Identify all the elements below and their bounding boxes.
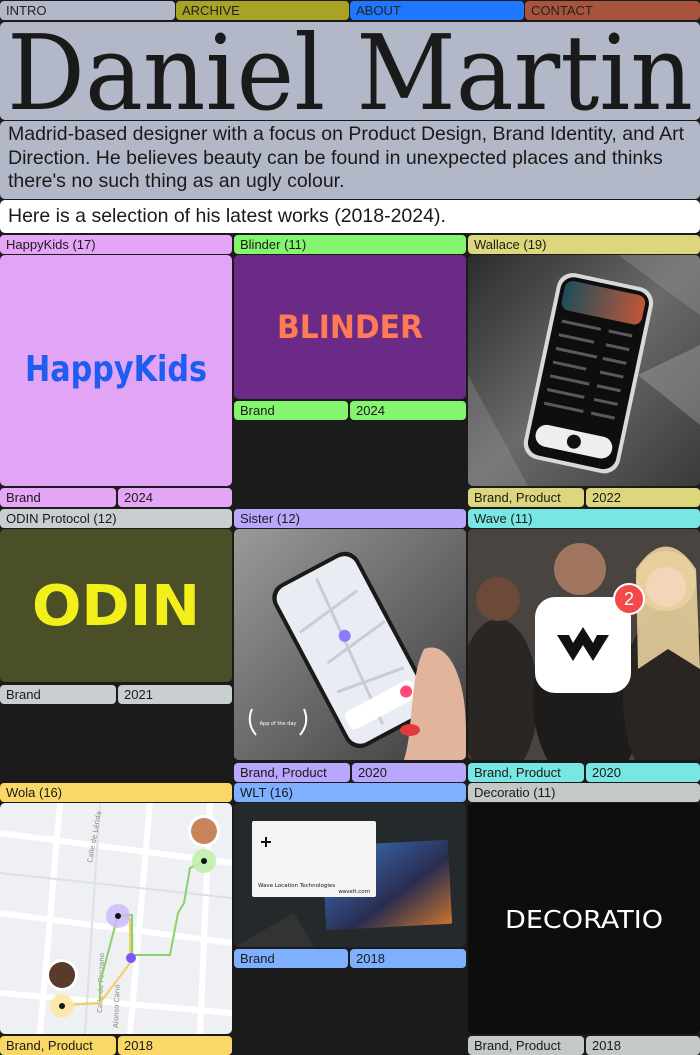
project-category-wlt: Brand xyxy=(234,949,348,968)
wave-app-icon xyxy=(535,597,631,693)
svg-text:Alonso Cano: Alonso Cano xyxy=(112,984,122,1028)
project-title-odin[interactable]: ODIN Protocol (12) xyxy=(0,509,232,528)
project-card-wola[interactable]: Calle de Lérida Calle de Ponzano Alonso … xyxy=(0,803,232,1034)
hero-name: Daniel Martin xyxy=(7,22,693,120)
blinder-logo: BLINDER xyxy=(277,308,423,346)
project-title-wave[interactable]: Wave (11) xyxy=(468,509,700,528)
nav-intro[interactable]: INTRO xyxy=(0,1,175,20)
svg-text:Wave Location Technologies: Wave Location Technologies xyxy=(258,883,335,889)
bio-paragraph: Madrid-based designer with a focus on Pr… xyxy=(0,121,700,199)
project-category-happykids: Brand xyxy=(0,488,116,507)
wola-map: Calle de Lérida Calle de Ponzano Alonso … xyxy=(0,803,232,1034)
nav-contact[interactable]: CONTACT xyxy=(525,1,700,20)
hero-name-block: Daniel Martin xyxy=(0,22,700,120)
project-card-odin[interactable]: ODIN xyxy=(0,529,232,682)
project-category-odin: Brand xyxy=(0,685,116,704)
project-card-wallace[interactable] xyxy=(468,255,700,486)
project-title-decoratio[interactable]: Decoratio (11) xyxy=(468,783,700,802)
nav-archive[interactable]: ARCHIVE xyxy=(176,1,349,20)
top-nav: INTRO ARCHIVE ABOUT CONTACT xyxy=(0,0,700,21)
notification-badge: 2 xyxy=(613,583,645,615)
project-year-sister: 2020 xyxy=(352,763,466,782)
svg-text:BLINDER: BLINDER xyxy=(277,308,423,346)
svg-text:HappyKids: HappyKids xyxy=(25,349,207,390)
project-title-happykids[interactable]: HappyKids (17) xyxy=(0,235,232,254)
project-category-decoratio: Brand, Product xyxy=(468,1036,584,1055)
sister-phone-photo: App of the day xyxy=(234,529,466,760)
project-category-sister: Brand, Product xyxy=(234,763,350,782)
project-year-wola: 2018 xyxy=(118,1036,232,1055)
project-category-blinder: Brand xyxy=(234,401,348,420)
project-card-sister[interactable]: App of the day xyxy=(234,529,466,760)
project-category-wola: Brand, Product xyxy=(0,1036,116,1055)
project-card-blinder[interactable]: BLINDER xyxy=(234,255,466,399)
project-title-wlt[interactable]: WLT (16) xyxy=(234,783,466,802)
odin-logo: ODIN xyxy=(32,574,200,639)
project-card-wlt[interactable]: Wave Location Technologies wavelt.com xyxy=(234,803,466,947)
project-year-decoratio: 2018 xyxy=(586,1036,700,1055)
project-title-wallace[interactable]: Wallace (19) xyxy=(468,235,700,254)
project-title-blinder[interactable]: Blinder (11) xyxy=(234,235,466,254)
project-card-happykids[interactable]: HappyKids xyxy=(0,255,232,486)
project-category-wave: Brand, Product xyxy=(468,763,584,782)
project-year-odin: 2021 xyxy=(118,685,232,704)
svg-text:DECORATIO: DECORATIO xyxy=(505,905,663,934)
project-card-decoratio[interactable]: DECORATIO xyxy=(468,803,700,1034)
project-year-wlt: 2018 xyxy=(350,949,466,968)
selection-heading: Here is a selection of his latest works … xyxy=(0,200,700,233)
project-year-wave: 2020 xyxy=(586,763,700,782)
project-title-sister[interactable]: Sister (12) xyxy=(234,509,466,528)
wallace-phone-photo xyxy=(468,255,700,486)
hero-name-text: Daniel Martin xyxy=(7,22,693,120)
svg-text:Calle de Lérida: Calle de Lérida xyxy=(86,811,103,864)
project-year-blinder: 2024 xyxy=(350,401,466,420)
project-card-wave[interactable]: 2 xyxy=(468,529,700,760)
project-title-wola[interactable]: Wola (16) xyxy=(0,783,232,802)
project-category-wallace: Brand, Product xyxy=(468,488,584,507)
happykids-logo: HappyKids xyxy=(25,349,207,390)
svg-text:App of the day: App of the day xyxy=(260,721,297,727)
svg-text:ODIN: ODIN xyxy=(32,574,200,639)
svg-text:wavelt.com: wavelt.com xyxy=(338,889,370,895)
nav-about[interactable]: ABOUT xyxy=(350,1,524,20)
decoratio-logo: DECORATIO xyxy=(505,905,663,934)
project-year-happykids: 2024 xyxy=(118,488,232,507)
project-year-wallace: 2022 xyxy=(586,488,700,507)
wlt-business-card-photo: Wave Location Technologies wavelt.com xyxy=(234,803,466,947)
